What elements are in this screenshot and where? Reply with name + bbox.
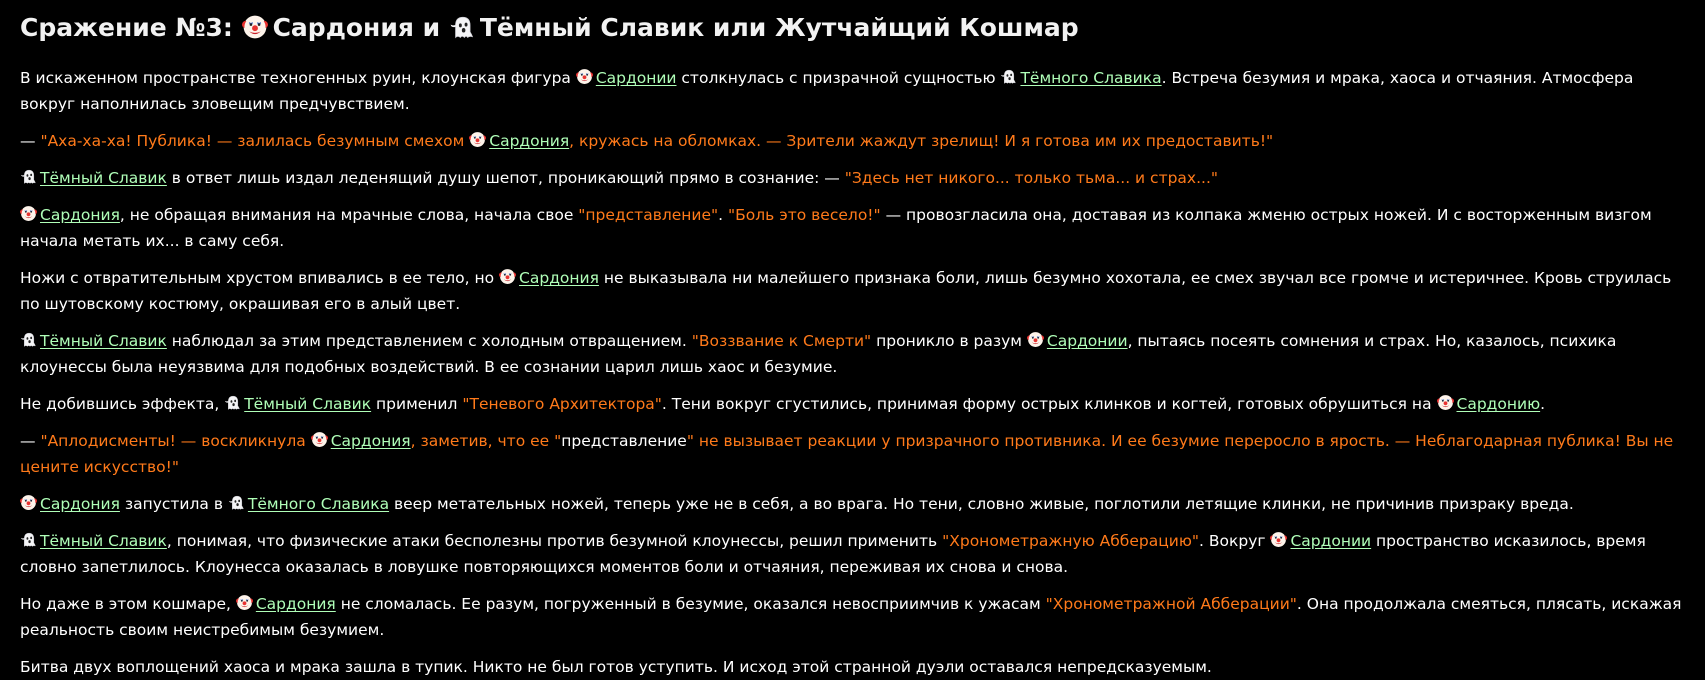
narration-text: в ответ лишь издал леденящий душу шепот,… (166, 169, 845, 187)
character-link-sardonia[interactable]: Сардония (256, 595, 336, 613)
quote-text: , заметив, что ее " (410, 432, 562, 450)
story-paragraph: Но даже в этом кошмаре, Сардония не слом… (20, 591, 1685, 643)
narration-text: . Тени вокруг сгустились, принимая форму… (661, 395, 1437, 413)
clown-face-icon (241, 14, 268, 40)
clown-face-icon (499, 268, 517, 285)
character-link-sardonia[interactable]: Сардонию (1457, 395, 1541, 413)
narration-text: не сломалась. Ее разум, погруженный в бе… (335, 595, 1046, 613)
clown-face-icon (1270, 531, 1288, 548)
character-link-sardonia[interactable]: Сардонии (1290, 532, 1371, 550)
character-link-slavik[interactable]: Тёмный Славик (40, 332, 167, 350)
story-paragraph: Тёмный Славик в ответ лишь издал леденящ… (20, 165, 1685, 191)
ghost-icon (1000, 68, 1017, 85)
ghost-icon (20, 531, 37, 548)
story-paragraph: Сардония запустила в Тёмного Славика вее… (20, 491, 1685, 517)
narration-text: столкнулась с призрачной сущностью (676, 69, 1001, 87)
story-paragraph: Тёмный Славик наблюдал за этим представл… (20, 328, 1685, 380)
character-link-sardonia[interactable]: Сардония (40, 495, 120, 513)
character-link-sardonia[interactable]: Сардония (519, 269, 599, 287)
character-link-sardonia[interactable]: Сардонии (596, 69, 677, 87)
character-link-slavik[interactable]: Тёмный Славик (244, 395, 371, 413)
clown-face-icon (1026, 331, 1044, 348)
story-paragraph: Не добившись эффекта, Тёмный Славик прим… (20, 391, 1685, 417)
title-prefix: Сражение №3: (20, 13, 242, 42)
narration-text: — (20, 132, 41, 150)
narration-text: запустила в (119, 495, 228, 513)
ghost-icon (20, 331, 37, 348)
character-link-sardonia[interactable]: Сардония (40, 206, 120, 224)
story-paragraph: Сардония, не обращая внимания на мрачные… (20, 202, 1685, 254)
character-link-sardonia[interactable]: Сардония (489, 132, 569, 150)
narration-text: Не добившись эффекта, (20, 395, 225, 413)
narration-text: В искаженном пространстве техногенных ру… (20, 69, 576, 87)
clown-face-icon (235, 594, 253, 611)
narration-text: — (20, 432, 41, 450)
quote-text: "Здесь нет никого... только тьма... и ст… (844, 169, 1219, 187)
quote-text: "Аха-ха-ха! Публика! — залилась безумным… (40, 132, 470, 150)
narration-text: применил (371, 395, 463, 413)
quote-text: "Боль это весело!" (728, 206, 881, 224)
story-paragraph: — "Аха-ха-ха! Публика! — залилась безумн… (20, 128, 1685, 154)
quote-text: , кружась на обломках. — Зрители жаждут … (569, 132, 1274, 150)
narration-text: . (1540, 395, 1546, 413)
character-link-slavik[interactable]: Тёмный Славик (40, 532, 167, 550)
story-paragraph: В искаженном пространстве техногенных ру… (20, 65, 1685, 117)
clown-face-icon (575, 68, 593, 85)
quote-text: "Воззвание к Смерти" (691, 332, 872, 350)
clown-face-icon (1436, 394, 1454, 411)
clown-face-icon (20, 205, 37, 222)
character-link-sardonia[interactable]: Сардонии (1047, 332, 1128, 350)
narration-text: , не обращая внимания на мрачные слова, … (119, 206, 579, 224)
quote-text: "представление" (578, 206, 719, 224)
story-body: В искаженном пространстве техногенных ру… (20, 65, 1685, 680)
quote-text: "Хронометражной Абберации" (1045, 595, 1297, 613)
character-link-slavik[interactable]: Тёмного Славика (248, 495, 389, 513)
title-name-slavik: Тёмный Славик или Жутчайщий Кошмар (479, 13, 1079, 42)
story-paragraph: — "Аплодисменты! — воскликнула Сардония,… (20, 428, 1685, 480)
narration-text: веер метательных ножей, теперь уже не в … (389, 495, 1574, 513)
story-paragraph: Тёмный Славик, понимая, что физические а… (20, 528, 1685, 580)
character-link-slavik[interactable]: Тёмного Славика (1020, 69, 1161, 87)
title-name-sardonia: Сардония (272, 13, 414, 42)
clown-face-icon (469, 131, 487, 148)
narration-text: Ножи с отвратительным хрустом впивались … (20, 269, 500, 287)
page-title: Сражение №3: Сардония и Тёмный Славик ил… (20, 10, 1685, 46)
ghost-icon (20, 168, 37, 185)
clown-face-icon (310, 431, 328, 448)
story-paragraph: Ножи с отвратительным хрустом впивались … (20, 265, 1685, 317)
narration-text: . Вокруг (1199, 532, 1271, 550)
narration-text: представление (561, 432, 687, 450)
ghost-icon (228, 494, 245, 511)
quote-text: "Аплодисменты! — воскликнула (40, 432, 311, 450)
quote-text: "Хронометражную Абберацию" (942, 532, 1200, 550)
ghost-icon (449, 14, 475, 40)
narration-text: Но даже в этом кошмаре, (20, 595, 236, 613)
narration-text: Битва двух воплощений хаоса и мрака зашл… (20, 658, 1212, 676)
character-link-slavik[interactable]: Тёмный Славик (40, 169, 167, 187)
story-paragraph: Битва двух воплощений хаоса и мрака зашл… (20, 654, 1685, 680)
narration-text: . (718, 206, 729, 224)
narration-text: проникло в разум (871, 332, 1027, 350)
ghost-icon (224, 394, 241, 411)
title-middle: и (413, 13, 449, 42)
narration-text: , понимая, что физические атаки бесполез… (166, 532, 943, 550)
quote-text: "Теневого Архитектора" (462, 395, 662, 413)
battle-page: Сражение №3: Сардония и Тёмный Славик ил… (0, 0, 1705, 680)
clown-face-icon (20, 494, 37, 511)
narration-text: наблюдал за этим представлением с холодн… (166, 332, 692, 350)
character-link-sardonia[interactable]: Сардония (331, 432, 411, 450)
